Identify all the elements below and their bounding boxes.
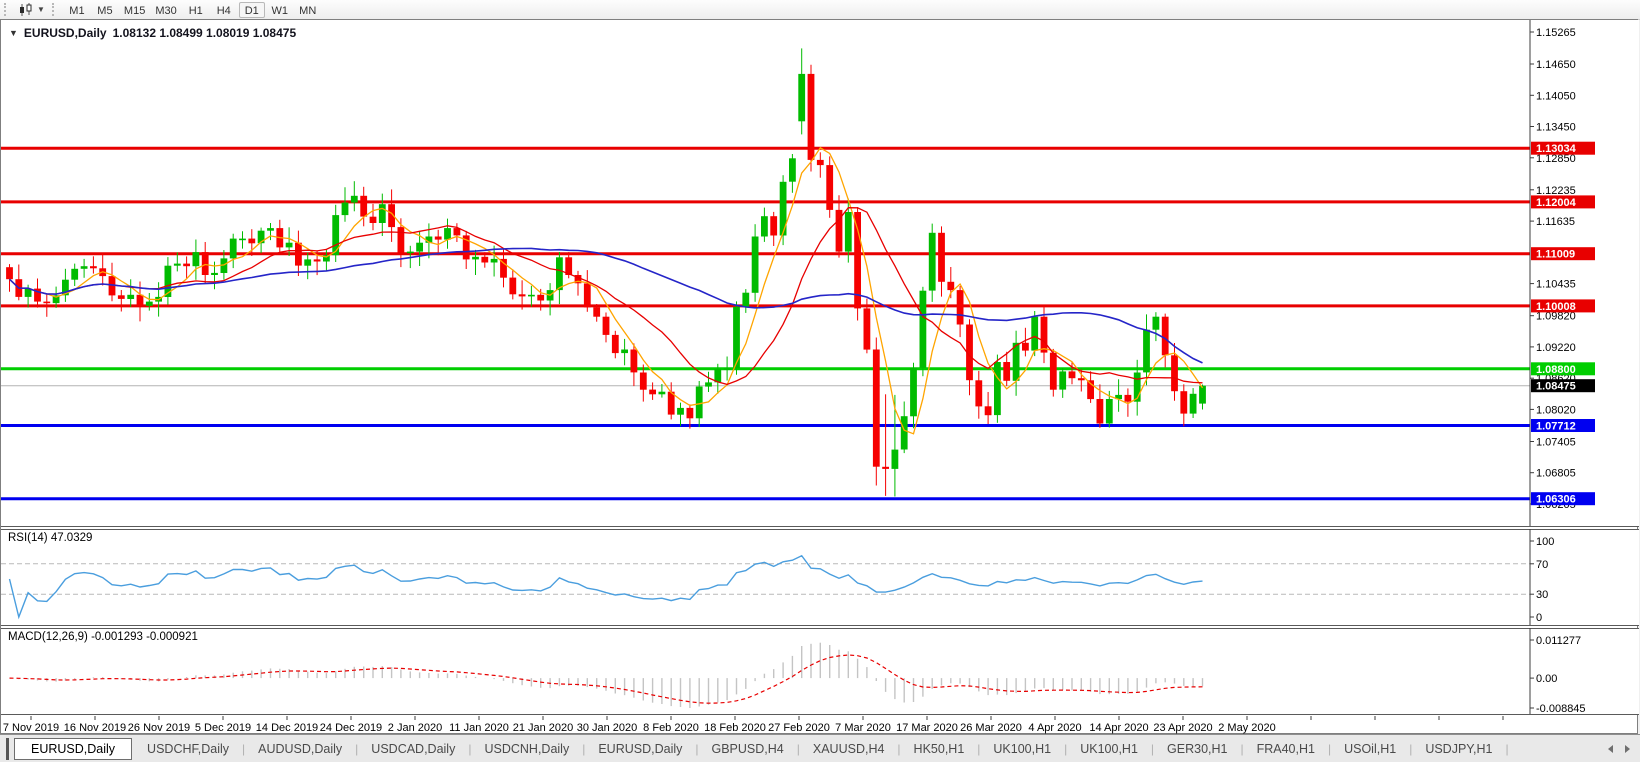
svg-text:1.07405: 1.07405	[1536, 437, 1576, 449]
macd-indicator-label: MACD(12,26,9) -0.001293 -0.000921	[8, 631, 198, 643]
tab-usdjpy-h1[interactable]: USDJPY,H1	[1412, 739, 1505, 759]
svg-text:17 Mar 2020: 17 Mar 2020	[896, 722, 958, 734]
mt-terminal-screen: ▼ M1 M5 M15 M30 H1 H4 D1 W1 MN ▼ EURUSD,…	[0, 0, 1640, 762]
tab-fra40-h1[interactable]: FRA40,H1	[1244, 739, 1328, 759]
rsi-indicator-label: RSI(14) 47.0329	[8, 532, 92, 544]
tab-usoil-h1[interactable]: USOil,H1	[1331, 739, 1409, 759]
date-labels: 7 Nov 2019 16 Nov 201926 Nov 2019 5 Dec 20…	[3, 716, 1503, 734]
tab-eurusd-daily[interactable]: EURUSD,Daily	[14, 738, 132, 760]
date-axis[interactable]: 7 Nov 2019 16 Nov 201926 Nov 2019 5 Dec 20…	[1, 716, 1639, 734]
svg-text:11 Jan 2020: 11 Jan 2020	[449, 722, 509, 734]
svg-text:1.08475: 1.08475	[1536, 381, 1576, 393]
chart-type-button[interactable]: ▼	[15, 1, 48, 18]
tab-ger30-h1[interactable]: GER30,H1	[1154, 739, 1240, 759]
timeframe-button-d1[interactable]: D1	[239, 2, 265, 18]
timeframe-button-mn[interactable]: MN	[295, 2, 321, 18]
svg-text:24 Dec 2019: 24 Dec 2019	[320, 722, 382, 734]
svg-text:1.06805: 1.06805	[1536, 468, 1576, 480]
svg-text:1.06306: 1.06306	[1536, 494, 1576, 506]
timeframe-button-h1[interactable]: H1	[183, 2, 209, 18]
chart-tab-bar: EURUSD,DailyUSDCHF,Daily|AUDUSD,Daily|US…	[0, 734, 1640, 762]
timeframe-toolbar: ▼ M1 M5 M15 M30 H1 H4 D1 W1 MN	[0, 0, 1640, 20]
svg-text:7 Nov 2019: 7 Nov 2019	[3, 722, 59, 734]
tabs-scroll-right-icon[interactable]	[1625, 745, 1630, 753]
timeframe-button-h4[interactable]: H4	[211, 2, 237, 18]
svg-text:1.08800: 1.08800	[1536, 364, 1576, 376]
svg-text:7 Mar 2020: 7 Mar 2020	[835, 722, 891, 734]
tab-bar-grip	[6, 738, 9, 760]
tabs-scroll-left-icon[interactable]	[1608, 745, 1613, 753]
svg-text:1.13450: 1.13450	[1536, 122, 1576, 134]
chart-dropdown-icon[interactable]: ▼	[9, 28, 18, 38]
svg-text:0.00: 0.00	[1536, 673, 1557, 685]
svg-text:14 Dec 2019: 14 Dec 2019	[256, 722, 318, 734]
svg-text:100: 100	[1536, 536, 1554, 548]
tab-audusd-daily[interactable]: AUDUSD,Daily	[245, 739, 355, 759]
svg-text:1.12235: 1.12235	[1536, 185, 1576, 197]
chart-window[interactable]: ▼ EURUSD,Daily 1.08132 1.08499 1.08019 1…	[0, 19, 1638, 734]
svg-text:1.14650: 1.14650	[1536, 59, 1576, 71]
tab-eurusd-daily[interactable]: EURUSD,Daily	[585, 739, 695, 759]
chevron-down-icon: ▼	[37, 5, 45, 14]
tab-usdcad-daily[interactable]: USDCAD,Daily	[358, 739, 468, 759]
chart-title[interactable]: ▼ EURUSD,Daily 1.08132 1.08499 1.08019 1…	[9, 26, 296, 40]
svg-text:1.11635: 1.11635	[1536, 216, 1575, 228]
svg-text:-0.008845: -0.008845	[1536, 703, 1586, 715]
tab-usdcnh-daily[interactable]: USDCNH,Daily	[471, 739, 582, 759]
svg-text:1.10435: 1.10435	[1536, 279, 1576, 291]
svg-text:1.08020: 1.08020	[1536, 404, 1576, 416]
timeframe-button-m15[interactable]: M15	[120, 2, 149, 18]
tab-separator: |	[1505, 742, 1508, 756]
macd-pane[interactable]: 0.011277 0.00 -0.008845	[1, 628, 1639, 715]
svg-text:1.07712: 1.07712	[1536, 421, 1576, 433]
svg-text:1.13034: 1.13034	[1536, 143, 1577, 155]
timeframe-button-m5[interactable]: M5	[92, 2, 118, 18]
svg-text:8 Feb 2020: 8 Feb 2020	[643, 722, 699, 734]
svg-text:1.15265: 1.15265	[1536, 27, 1576, 39]
svg-text:30: 30	[1536, 589, 1548, 601]
svg-text:21 Jan 2020: 21 Jan 2020	[513, 722, 574, 734]
svg-text:1.11009: 1.11009	[1536, 249, 1575, 261]
rsi-pane[interactable]: 100 70 30 0	[1, 529, 1639, 626]
svg-text:0.011277: 0.011277	[1536, 635, 1581, 647]
svg-text:16 Nov 2019: 16 Nov 2019	[64, 722, 126, 734]
tab-uk100-h1[interactable]: UK100,H1	[1067, 739, 1151, 759]
timeframe-button-w1[interactable]: W1	[267, 2, 293, 18]
svg-text:23 Apr 2020: 23 Apr 2020	[1153, 722, 1212, 734]
svg-text:5 Dec 2019: 5 Dec 2019	[195, 722, 251, 734]
candlestick-chart-icon	[18, 3, 34, 17]
tab-usdchf-daily[interactable]: USDCHF,Daily	[134, 739, 242, 759]
svg-text:26 Mar 2020: 26 Mar 2020	[960, 722, 1022, 734]
svg-text:1.14050: 1.14050	[1536, 90, 1576, 102]
tab-hk50-h1[interactable]: HK50,H1	[901, 739, 978, 759]
svg-text:4 Apr 2020: 4 Apr 2020	[1028, 722, 1081, 734]
svg-text:1.10008: 1.10008	[1536, 301, 1576, 313]
svg-text:70: 70	[1536, 559, 1548, 571]
tab-xauusd-h4[interactable]: XAUUSD,H4	[800, 739, 898, 759]
timeframe-button-m30[interactable]: M30	[151, 2, 180, 18]
svg-text:2 May 2020: 2 May 2020	[1218, 722, 1275, 734]
svg-text:0: 0	[1536, 612, 1542, 624]
timeframe-button-m1[interactable]: M1	[64, 2, 90, 18]
svg-text:1.09220: 1.09220	[1536, 342, 1576, 354]
toolbar-grip[interactable]	[4, 3, 11, 16]
svg-text:14 Apr 2020: 14 Apr 2020	[1089, 722, 1148, 734]
svg-text:1.12004: 1.12004	[1536, 197, 1577, 209]
chart-ohlc-values: 1.08132 1.08499 1.08019 1.08475	[113, 26, 297, 40]
chart-symbol-label: EURUSD,Daily	[24, 26, 107, 40]
svg-text:30 Jan 2020: 30 Jan 2020	[577, 722, 638, 734]
svg-text:18 Feb 2020: 18 Feb 2020	[704, 722, 766, 734]
svg-text:26 Nov 2019: 26 Nov 2019	[128, 722, 190, 734]
toolbar-grip-2[interactable]	[52, 3, 59, 16]
svg-text:27 Feb 2020: 27 Feb 2020	[768, 722, 830, 734]
price-pane[interactable]: 1.152651.146501.140501.134501.128501.122…	[1, 20, 1639, 527]
tab-uk100-h1[interactable]: UK100,H1	[980, 739, 1064, 759]
tab-gbpusd-h4[interactable]: GBPUSD,H4	[699, 739, 797, 759]
svg-text:2 Jan 2020: 2 Jan 2020	[388, 722, 442, 734]
